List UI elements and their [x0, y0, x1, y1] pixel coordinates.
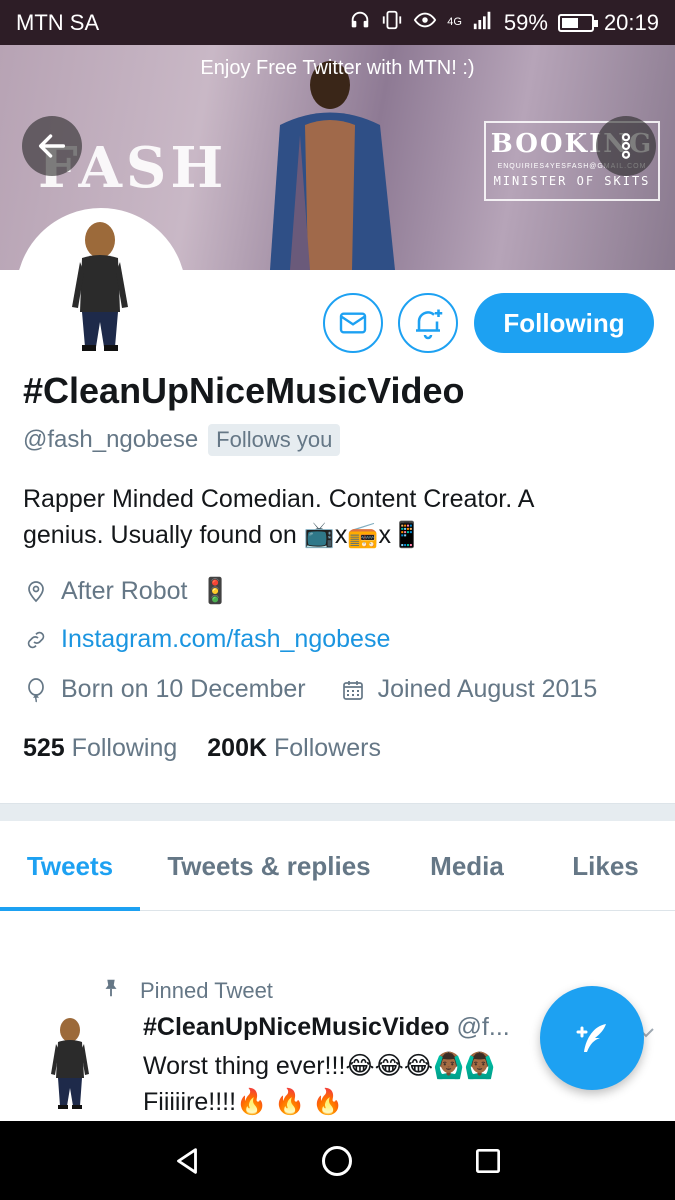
profile-tabs: Tweets Tweets & replies Media Likes — [0, 821, 675, 911]
eye-icon — [413, 9, 437, 36]
banner-promo-text: Enjoy Free Twitter with MTN! :) — [200, 57, 475, 79]
message-button[interactable] — [323, 293, 383, 353]
tv-emoji: 📺 — [303, 520, 335, 549]
bio-x-separator: x — [334, 521, 348, 549]
bio-line-2-text: genius. Usually found on — [23, 521, 304, 549]
profile-name: #CleanUpNiceMusicVideo — [23, 370, 465, 411]
bell-plus-icon — [416, 309, 443, 340]
tweet-text-line-2: Fiiiiire!!!!🔥 🔥 🔥 — [143, 1088, 344, 1116]
battery-icon — [557, 13, 598, 32]
profile-avatar[interactable] — [16, 208, 186, 378]
radio-emoji: 📻 — [347, 520, 379, 549]
location-text: After Robot — [61, 576, 188, 605]
network-type: 4G — [447, 16, 462, 28]
tab-tweets-replies[interactable]: Tweets & replies — [140, 821, 398, 911]
compose-tweet-button[interactable] — [540, 986, 644, 1090]
bio-x-separator: x — [378, 521, 392, 549]
location-row: After Robot 🚦 — [23, 576, 231, 606]
balloon-icon — [23, 677, 49, 703]
tweet-author-handle: @f... — [456, 1013, 510, 1041]
calendar-icon — [340, 677, 366, 703]
website-link[interactable]: Instagram.com/fash_ngobese — [61, 625, 390, 654]
arrow-left-icon — [38, 134, 66, 158]
following-button[interactable]: Following — [474, 293, 654, 353]
vibrate-icon — [381, 9, 403, 36]
more-vertical-icon — [621, 133, 631, 159]
nav-recents-button[interactable] — [466, 1139, 510, 1183]
banner-booking-subtitle: MINISTER OF SKITS — [493, 174, 651, 188]
android-navigation-bar — [0, 1121, 675, 1200]
profile-handle: @fash_ngobese — [23, 426, 199, 453]
section-divider — [0, 803, 675, 821]
envelope-icon — [339, 312, 367, 334]
map-pin-icon — [23, 578, 49, 604]
triangle-back-icon — [177, 1148, 197, 1174]
notifications-button[interactable] — [398, 293, 458, 353]
clock: 20:19 — [603, 9, 659, 35]
following-count-number: 525 — [23, 734, 65, 762]
tweet-text[interactable]: Worst thing ever!!!😂😂😂🙆🏾‍♂️🙆🏾‍♂️ Fiiiiir… — [143, 1048, 553, 1120]
follows-you-badge: Follows you — [208, 424, 341, 456]
tweet-header: #CleanUpNiceMusicVideo @f... — [143, 1013, 510, 1042]
following-count[interactable]: 525 Following — [23, 734, 177, 763]
avatar-cartoon-image — [72, 222, 128, 351]
followers-count-label: Followers — [274, 734, 381, 762]
following-count-label: Following — [71, 734, 178, 762]
profile-bio: Rapper Minded Comedian. Content Creator.… — [23, 481, 643, 553]
status-icons: 4G 59% 20:19 — [349, 9, 659, 36]
dates-row: Born on 10 December Joined August 2015 — [23, 675, 597, 704]
tweet-author-name[interactable]: #CleanUpNiceMusicVideo — [143, 1013, 450, 1041]
circle-home-icon — [322, 1146, 352, 1176]
website-row: Instagram.com/fash_ngobese — [23, 625, 390, 654]
nav-home-button[interactable] — [315, 1139, 359, 1183]
joined-text: Joined August 2015 — [377, 675, 598, 703]
followers-count-number: 200K — [207, 734, 268, 762]
banner-person-image — [270, 61, 395, 270]
bio-line-1: Rapper Minded Comedian. Content Creator.… — [23, 485, 535, 513]
signal-icon — [472, 9, 494, 36]
battery-fill — [561, 17, 579, 28]
square-recents-icon — [476, 1149, 500, 1173]
tweet-avatar[interactable] — [22, 1010, 118, 1120]
more-options-button[interactable] — [596, 116, 656, 176]
back-button[interactable] — [22, 116, 82, 176]
link-icon — [23, 627, 49, 653]
traffic-light-emoji: 🚦 — [199, 576, 231, 605]
followers-count[interactable]: 200K Followers — [207, 734, 381, 763]
headphones-icon — [349, 9, 371, 36]
carrier-name: MTN SA — [16, 9, 100, 35]
pinned-tweet-label-row: Pinned Tweet — [100, 976, 273, 1006]
bio-line-2: genius. Usually found on 📺x📻x📱 — [23, 517, 643, 553]
follow-counts: 525 Following 200K Followers — [23, 734, 381, 763]
status-bar: MTN SA 4G 59% 20:19 — [0, 0, 675, 45]
tab-likes[interactable]: Likes — [536, 821, 675, 911]
compose-quill-icon — [576, 1024, 606, 1052]
handle-row: @fash_ngobese Follows you — [23, 424, 341, 456]
nav-back-button[interactable] — [165, 1139, 209, 1183]
pinned-tweet-label: Pinned Tweet — [140, 978, 273, 1003]
pin-icon — [100, 976, 122, 1006]
tab-tweets[interactable]: Tweets — [0, 821, 140, 911]
phone-emoji: 📱 — [391, 520, 423, 549]
tab-media[interactable]: Media — [398, 821, 536, 911]
birthday-text: Born on 10 December — [61, 675, 306, 703]
battery-percent: 59% — [503, 9, 548, 35]
tweet-text-line-1: Worst thing ever!!!😂😂😂🙆🏾‍♂️🙆🏾‍♂️ — [143, 1052, 496, 1080]
